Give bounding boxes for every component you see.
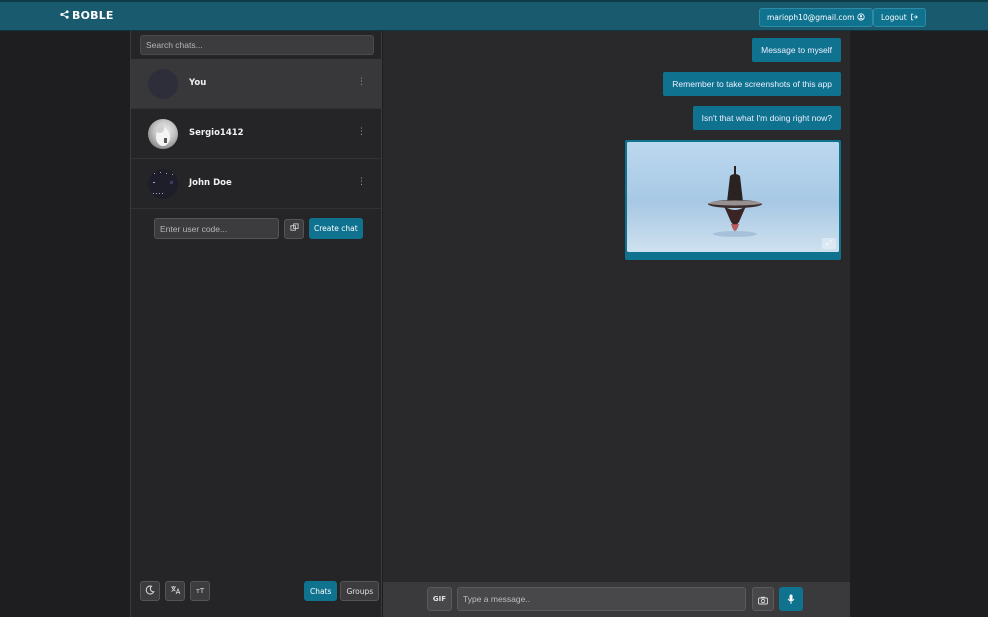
account-icon <box>857 12 866 23</box>
camera-icon <box>758 590 768 609</box>
chat-item-you[interactable]: You ⋮ <box>131 59 381 109</box>
top-navbar: BOBLE marioph10@gmail.com Logout <box>0 0 988 31</box>
brand-name: BOBLE <box>72 9 114 22</box>
share-nodes-icon <box>60 9 69 22</box>
create-chat-button[interactable]: Create chat <box>309 218 363 239</box>
logout-icon <box>910 13 918 23</box>
logout-button[interactable]: Logout <box>873 8 926 27</box>
brand-logo[interactable]: BOBLE <box>60 9 114 22</box>
dark-mode-toggle[interactable] <box>140 581 160 601</box>
settings-toolbar: тT <box>140 581 210 601</box>
chat-item-sergio[interactable]: Sergio1412 ⋮ <box>131 109 381 159</box>
avatar <box>148 169 178 199</box>
chat-list: You ⋮ Sergio1412 ⋮ John Doe ⋮ <box>131 59 381 209</box>
user-code-input[interactable] <box>154 218 279 239</box>
chat-name: John Doe <box>189 178 232 188</box>
microphone-icon <box>787 590 795 609</box>
tab-chats[interactable]: Chats <box>304 581 338 601</box>
message-composer: GIF <box>383 582 850 617</box>
expand-image-icon[interactable]: ⤢ <box>822 238 836 249</box>
avatar <box>148 119 178 149</box>
microphone-button[interactable] <box>779 587 803 611</box>
moon-icon <box>145 585 155 597</box>
chat-item-john-doe[interactable]: John Doe ⋮ <box>131 159 381 209</box>
chat-name: Sergio1412 <box>189 128 244 138</box>
more-options-icon[interactable]: ⋮ <box>357 127 366 137</box>
gif-button[interactable]: GIF <box>427 587 452 611</box>
message-bubble[interactable]: Remember to take screenshots of this app <box>663 72 841 96</box>
more-options-icon[interactable]: ⋮ <box>357 177 366 187</box>
sidebar: You ⋮ Sergio1412 ⋮ John Doe ⋮ Create cha… <box>130 31 382 617</box>
spinning-top-photo[interactable]: ⤢ <box>627 142 839 252</box>
chat-panel: Message to myself Remember to take scree… <box>383 31 850 617</box>
account-email-label: marioph10@gmail.com <box>767 13 855 22</box>
message-bubble[interactable]: Isn't that what I'm doing right now? <box>692 106 841 130</box>
image-message[interactable]: ⤢ <box>625 140 841 260</box>
chat-name: You <box>189 78 207 88</box>
text-size-button[interactable]: тT <box>190 581 210 601</box>
message-input[interactable] <box>457 587 746 611</box>
new-chat-form: Create chat <box>154 218 363 239</box>
search-chats-input[interactable] <box>140 35 374 55</box>
copy-code-button[interactable] <box>284 218 304 239</box>
account-email-button[interactable]: marioph10@gmail.com <box>759 8 874 27</box>
text-size-icon: тT <box>195 587 205 595</box>
more-options-icon[interactable]: ⋮ <box>357 77 366 87</box>
camera-button[interactable] <box>752 587 774 611</box>
message-bubble[interactable]: Message to myself <box>752 38 841 62</box>
logout-label: Logout <box>881 13 907 22</box>
language-button[interactable] <box>165 581 185 601</box>
avatar <box>148 69 178 99</box>
translate-icon <box>170 585 181 597</box>
sidebar-tabs: Chats Groups <box>304 581 380 601</box>
copy-icon <box>289 222 299 235</box>
tab-groups[interactable]: Groups <box>340 581 380 601</box>
